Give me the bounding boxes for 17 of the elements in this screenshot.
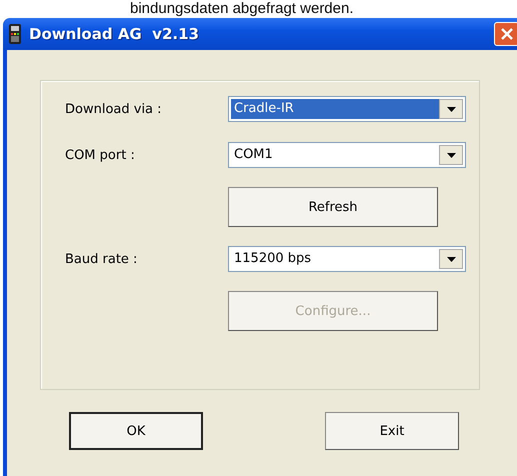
dropdown-field[interactable]: 115200 bps [228,246,466,272]
dialog-button[interactable]: Exit [325,412,459,450]
window-title: Download AG v2.13 [29,25,200,43]
close-button[interactable] [494,22,517,46]
field-label: Baud rate : [65,252,138,266]
close-icon [500,27,514,41]
dropdown-field[interactable]: Cradle-IR [228,96,466,122]
dialog-button[interactable]: OK [69,412,203,450]
field-label: COM port : [65,148,136,162]
dropdown-arrow-icon [446,256,456,262]
dropdown-arrow-icon [446,106,456,112]
document-text: bindungsdaten abgefragt werden. [129,0,355,18]
action-button[interactable]: Refresh [228,187,438,227]
dropdown-field[interactable]: COM1 [228,142,466,168]
dropdown-arrow-icon [446,152,456,158]
field-label: Download via : [65,102,163,116]
handheld-device-icon [9,24,21,44]
